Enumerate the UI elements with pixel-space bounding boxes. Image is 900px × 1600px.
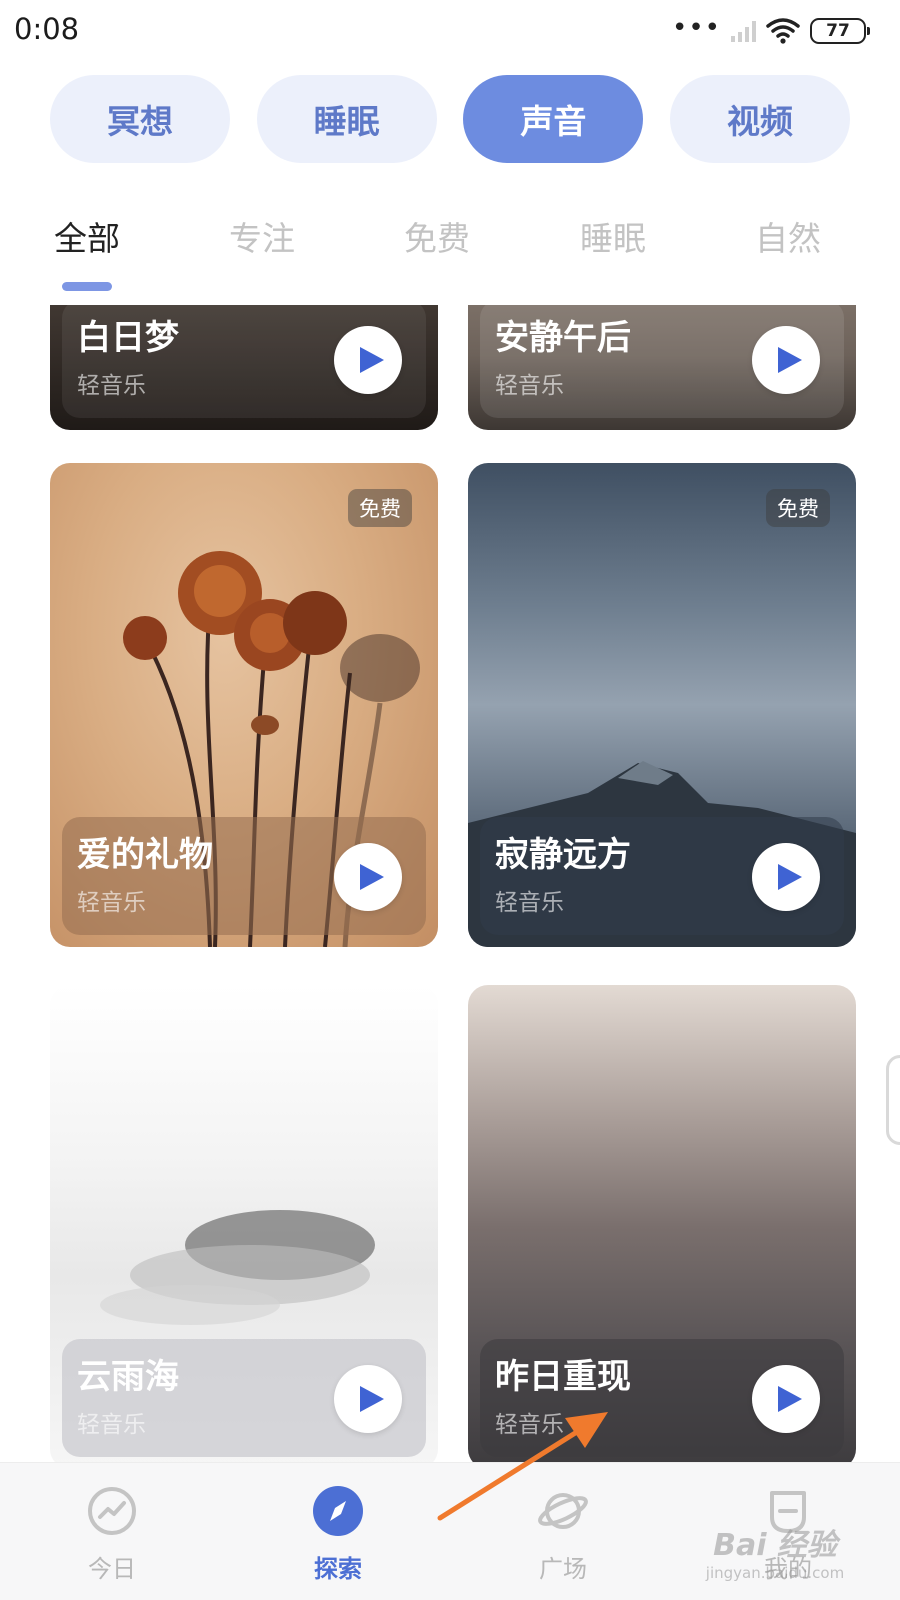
nav-item-explore[interactable]: 探索 — [278, 1485, 398, 1584]
nav-label: 广场 — [539, 1555, 587, 1583]
sound-card[interactable]: 云雨海 轻音乐 — [50, 985, 438, 1462]
card-info: 昨日重现 轻音乐 — [480, 1339, 844, 1457]
card-info: 安静午后 轻音乐 — [480, 305, 844, 418]
free-badge: 免费 — [766, 489, 830, 527]
subtab-all[interactable]: 全部 — [27, 212, 147, 260]
nav-item-plaza[interactable]: 广场 — [503, 1485, 623, 1584]
category-tab-video[interactable]: 视频 — [669, 75, 850, 163]
category-tab-sleep[interactable]: 睡眠 — [256, 75, 437, 163]
sound-card[interactable]: 白日梦 轻音乐 — [50, 305, 438, 430]
card-subtitle: 轻音乐 — [495, 1412, 564, 1438]
sound-card[interactable]: 安静午后 轻音乐 — [468, 305, 856, 430]
subtab-free[interactable]: 免费 — [377, 212, 497, 260]
sound-grid: 白日梦 轻音乐 安静午后 轻音乐 免费 爱的礼物 轻音乐 免费 寂静远方 轻音乐… — [0, 305, 900, 1462]
watermark-url: jingyan.baidu.com — [705, 1564, 845, 1582]
play-icon — [777, 1386, 802, 1412]
card-title: 昨日重现 — [495, 1357, 631, 1397]
card-title: 云雨海 — [77, 1357, 179, 1397]
category-tab-meditation[interactable]: 冥想 — [50, 75, 230, 163]
free-badge: 免费 — [348, 489, 412, 527]
nav-item-today[interactable]: 今日 — [52, 1485, 172, 1584]
play-button[interactable] — [752, 1365, 820, 1433]
card-info: 寂静远方 轻音乐 — [480, 817, 844, 935]
card-subtitle: 轻音乐 — [495, 890, 564, 916]
card-info: 云雨海 轻音乐 — [62, 1339, 426, 1457]
signal-icon — [731, 20, 756, 42]
more-dots-icon: ••• — [671, 13, 721, 43]
category-tab-sound[interactable]: 声音 — [463, 75, 644, 163]
subtab-focus[interactable]: 专注 — [202, 212, 322, 260]
play-icon — [777, 347, 802, 373]
planet-icon — [538, 1493, 588, 1529]
card-info: 爱的礼物 轻音乐 — [62, 817, 426, 935]
play-button[interactable] — [334, 1365, 402, 1433]
play-icon — [359, 1386, 384, 1412]
play-button[interactable] — [334, 843, 402, 911]
sound-card[interactable]: 昨日重现 轻音乐 — [468, 985, 856, 1462]
play-button[interactable] — [752, 843, 820, 911]
compass-icon — [313, 1486, 363, 1536]
status-time: 0:08 — [14, 12, 80, 46]
subtab-sleep[interactable]: 睡眠 — [553, 212, 673, 260]
sound-card[interactable]: 免费 寂静远方 轻音乐 — [468, 463, 856, 947]
category-tabs: 冥想 睡眠 声音 视频 — [50, 75, 850, 163]
subtab-nature[interactable]: 自然 — [728, 212, 848, 260]
card-title: 白日梦 — [77, 318, 179, 358]
play-button[interactable] — [752, 326, 820, 394]
play-icon — [777, 864, 802, 890]
side-pull-handle[interactable] — [886, 1055, 900, 1145]
battery-indicator: 77 — [810, 18, 870, 44]
card-subtitle: 轻音乐 — [77, 1412, 146, 1438]
play-icon — [359, 864, 384, 890]
active-tab-indicator — [62, 282, 112, 291]
card-subtitle: 轻音乐 — [495, 373, 564, 399]
subcategory-tabs: 全部 专注 免费 睡眠 自然 — [0, 212, 900, 272]
status-bar: 0:08 ••• 77 — [0, 0, 900, 62]
card-title: 寂静远方 — [495, 835, 631, 875]
wifi-icon — [766, 18, 800, 44]
play-button[interactable] — [334, 326, 402, 394]
card-info: 白日梦 轻音乐 — [62, 305, 426, 418]
watermark-logo: Bai 经验 — [713, 1528, 837, 1563]
card-title: 安静午后 — [495, 318, 631, 358]
card-title: 爱的礼物 — [77, 835, 213, 875]
nav-label: 探索 — [314, 1555, 362, 1583]
nav-label: 今日 — [88, 1555, 136, 1583]
card-subtitle: 轻音乐 — [77, 373, 146, 399]
sound-card[interactable]: 免费 爱的礼物 轻音乐 — [50, 463, 438, 947]
trend-chart-icon — [88, 1487, 136, 1535]
watermark: Bai 经验 jingyan.baidu.com — [690, 1520, 860, 1582]
card-subtitle: 轻音乐 — [77, 890, 146, 916]
play-icon — [359, 347, 384, 373]
